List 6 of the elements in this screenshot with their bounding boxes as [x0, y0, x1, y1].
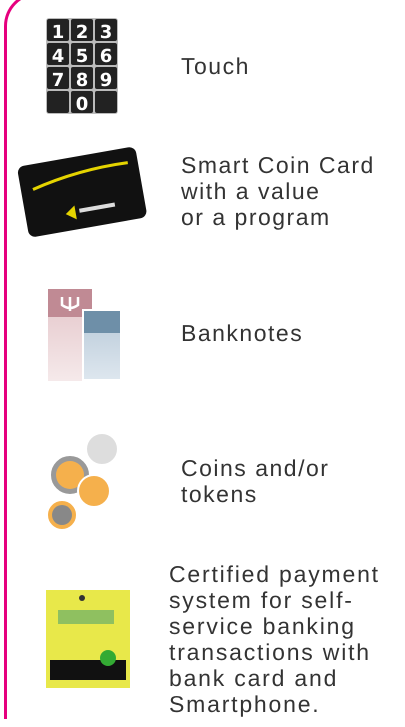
payment-method-label: Certified payment system for self- service banking transactions with bank card and Smartphone.: [169, 561, 380, 717]
payment-method-label: Banknotes: [180, 320, 304, 346]
payment-method-label: Touch: [180, 52, 250, 78]
keypad-icon: 1 2 3 4 5 6 7 8 9 0: [46, 18, 118, 114]
payment-method-label: Coins and/or tokens: [180, 454, 330, 506]
payment-method-label: Smart Coin Card with a value or a program: [180, 152, 375, 230]
